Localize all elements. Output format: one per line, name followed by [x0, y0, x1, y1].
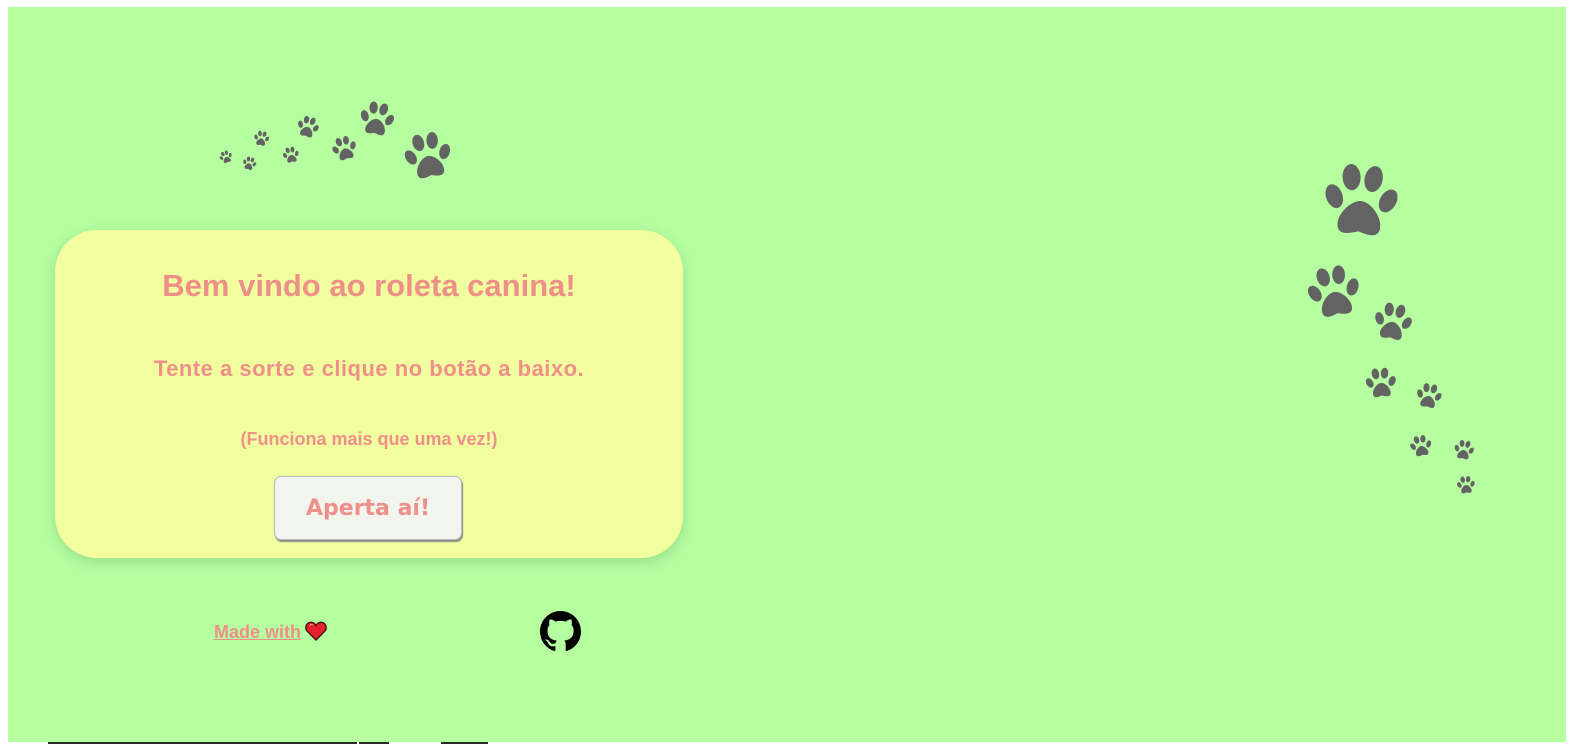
page-background: Bem vindo ao roleta canina! Tente a sort…	[8, 7, 1566, 742]
spin-button[interactable]: Aperta aí!	[274, 476, 462, 540]
card-title: Bem vindo ao roleta canina!	[162, 268, 576, 303]
paw-print-icon	[1363, 365, 1400, 402]
made-with-label: Made with	[214, 622, 302, 642]
paw-print-icon	[293, 112, 323, 141]
heart-icon	[305, 621, 327, 646]
paw-print-icon	[328, 132, 361, 165]
paw-print-icon	[398, 126, 458, 186]
paw-print-icon	[1317, 157, 1406, 246]
card-subtitle: Tente a sorte e clique no botão a baixo.	[153, 356, 585, 381]
welcome-card: Bem vindo ao roleta canina! Tente a sort…	[55, 230, 683, 558]
github-link[interactable]	[540, 611, 581, 652]
paw-print-icon	[240, 154, 259, 172]
bottom-strip	[0, 742, 1577, 748]
paw-print-icon	[1451, 437, 1477, 462]
paw-print-icon	[252, 129, 272, 149]
paw-print-icon	[355, 97, 399, 141]
card-note: (Funciona mais que uma vez!)	[240, 429, 498, 449]
github-icon	[540, 611, 581, 651]
paw-print-icon	[1407, 432, 1435, 460]
paw-print-icon	[1369, 298, 1418, 347]
paw-print-icon	[217, 148, 235, 166]
paw-print-icon	[1300, 258, 1367, 325]
paw-print-icon	[1455, 474, 1477, 496]
paw-print-icon	[1413, 380, 1445, 412]
paw-print-icon	[281, 145, 302, 166]
made-with-link[interactable]: Made with	[214, 621, 327, 646]
